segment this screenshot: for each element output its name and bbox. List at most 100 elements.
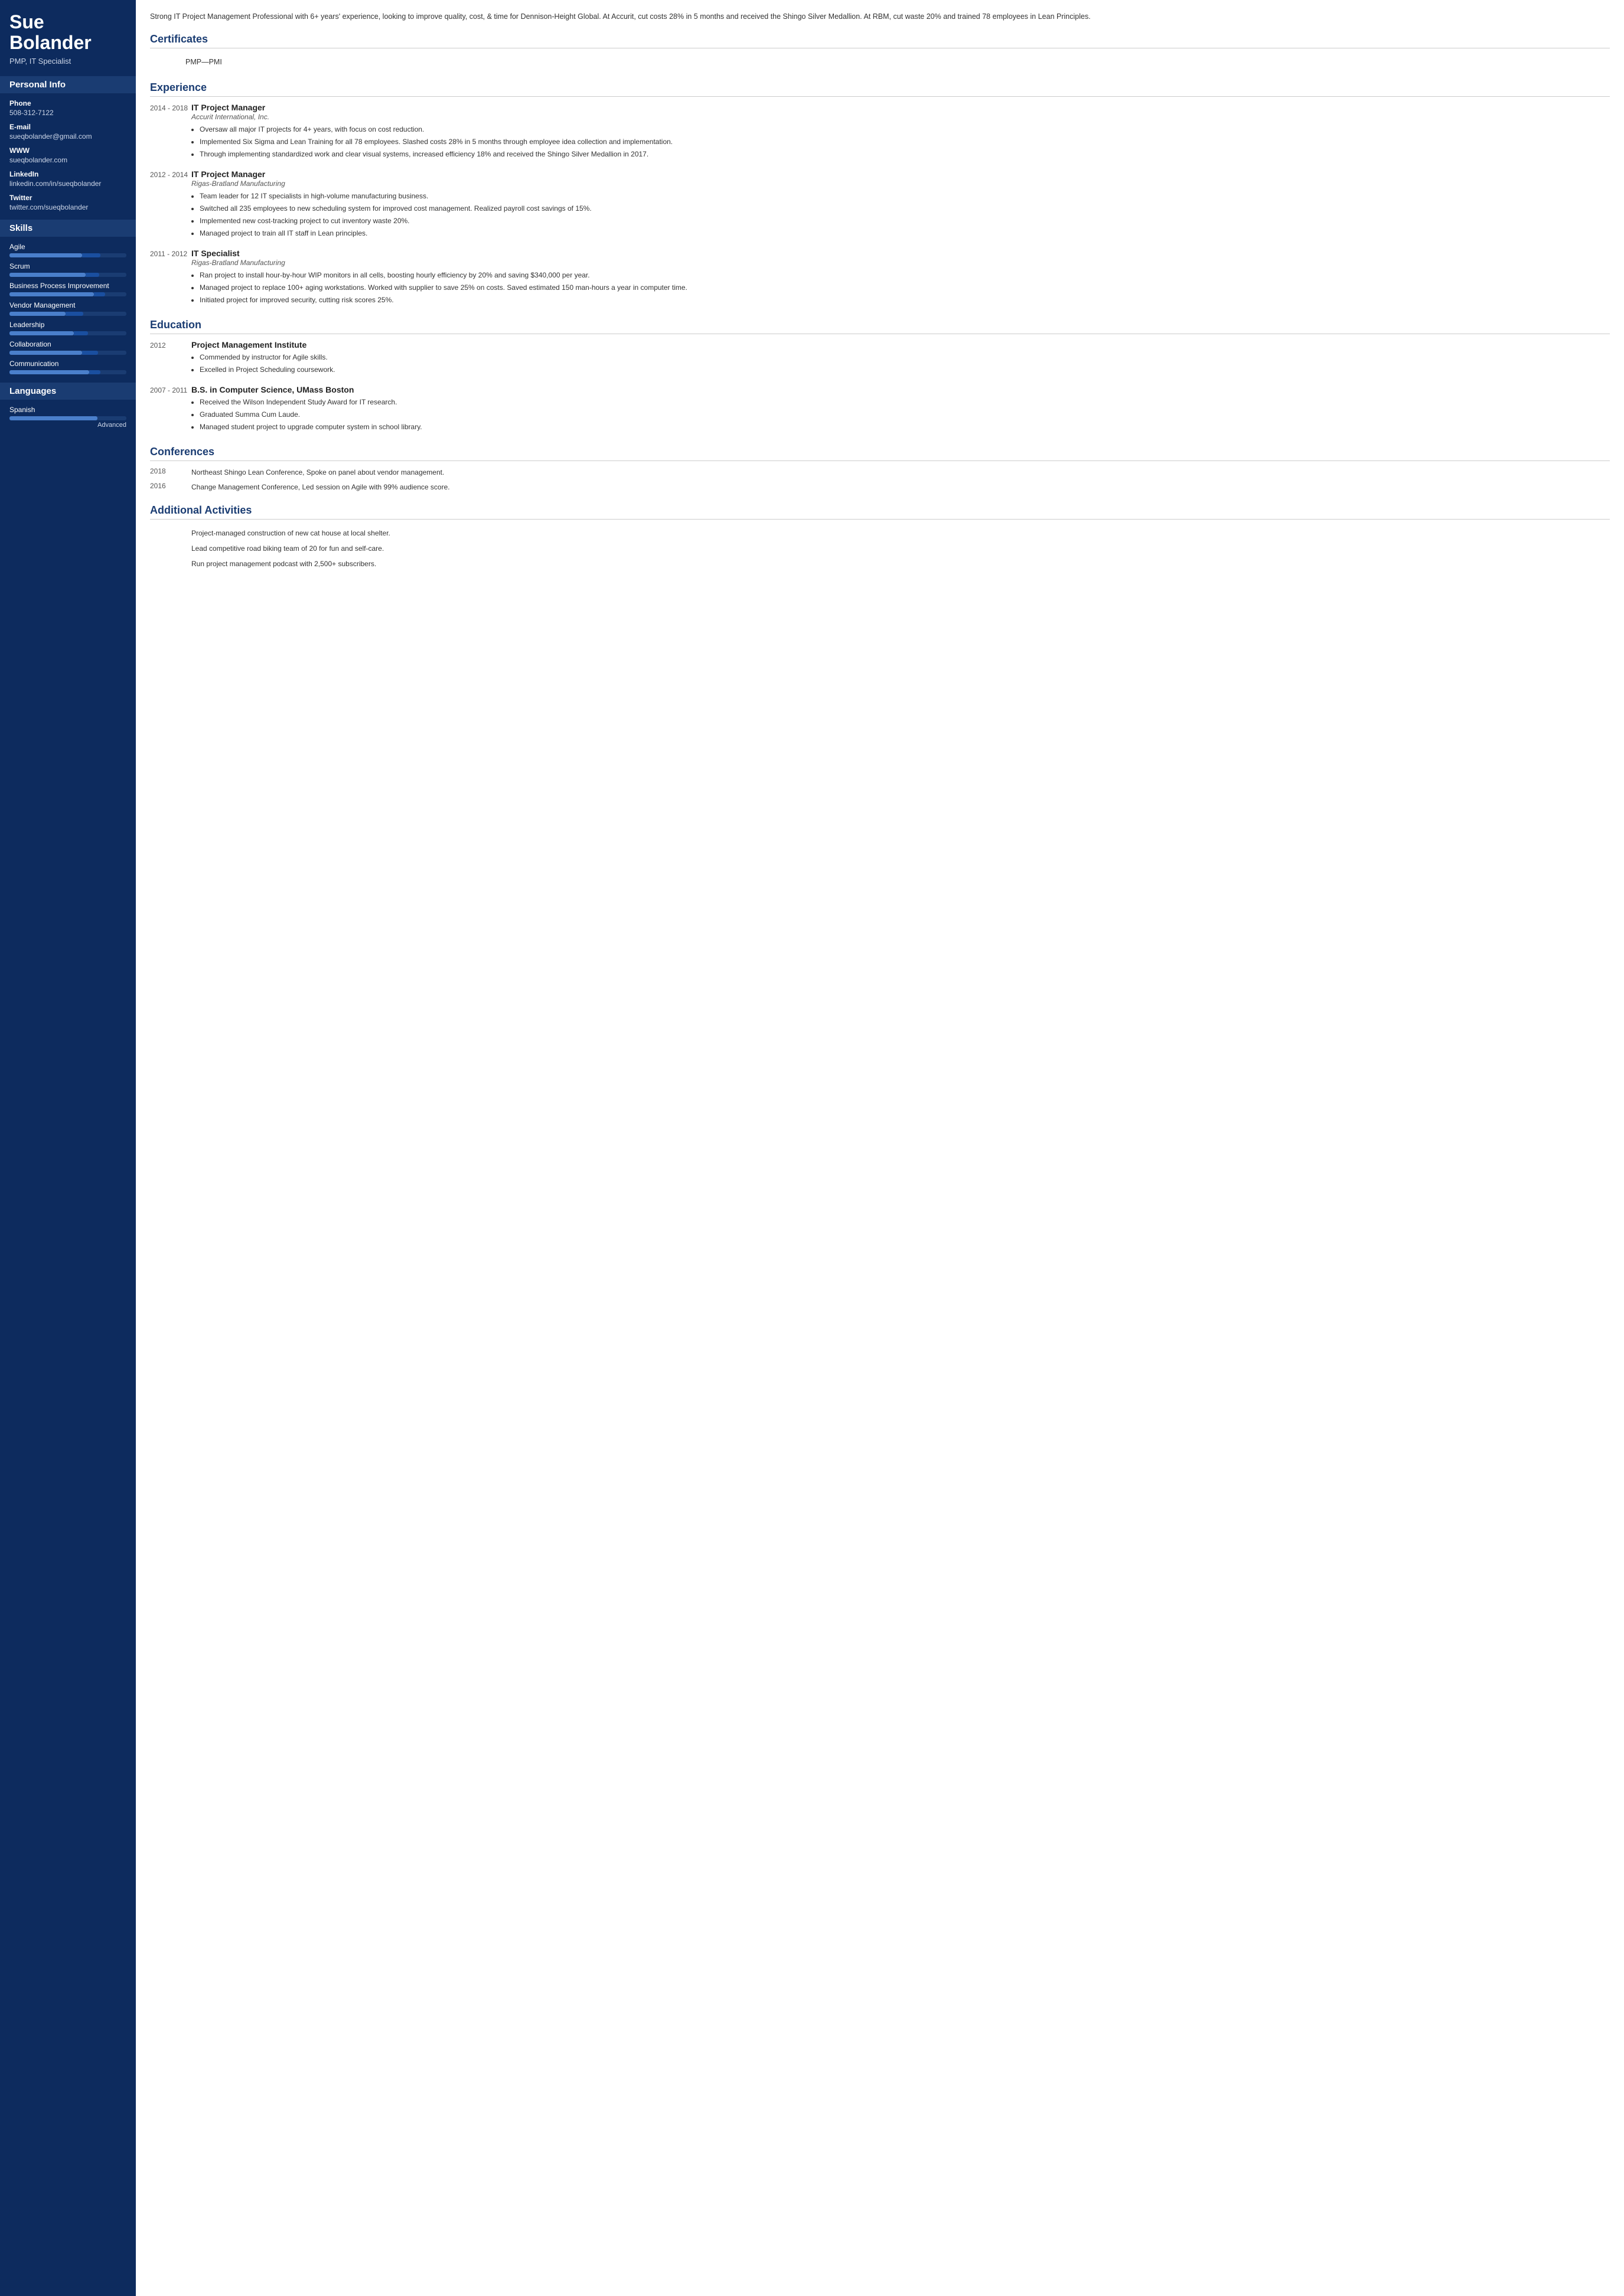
language-bar-fill	[9, 416, 97, 420]
summary-text: Strong IT Project Management Professiona…	[150, 11, 1610, 22]
skill-item: Vendor Management	[9, 301, 126, 316]
certificates-section: Certificates PMP—PMI	[150, 33, 1610, 70]
conference-text: Northeast Shingo Lean Conference, Spoke …	[191, 467, 1610, 478]
conference-year: 2016	[150, 482, 191, 492]
language-level: Advanced	[9, 422, 126, 429]
skill-item: Business Process Improvement	[9, 282, 126, 296]
linkedin-label: LinkedIn	[9, 170, 126, 178]
language-item: Spanish Advanced	[9, 406, 126, 429]
certificates-heading: Certificates	[150, 33, 1610, 48]
education-item: 2007 - 2011B.S. in Computer Science, UMa…	[150, 385, 1610, 434]
twitter-value: twitter.com/sueqbolander	[9, 203, 126, 211]
skill-bar-fill	[9, 370, 89, 374]
skill-bar-fill	[9, 292, 94, 296]
skill-bar-fill	[9, 351, 82, 355]
experience-company: Rigas-Bratland Manufacturing	[191, 259, 1610, 267]
experience-date: 2014 - 2018	[150, 103, 191, 161]
education-bullet: Received the Wilson Independent Study Aw…	[200, 397, 1610, 407]
skill-item: Agile	[9, 243, 126, 257]
skill-bar-fill	[9, 312, 66, 316]
skill-bar-fill	[9, 273, 86, 277]
email-label: E-mail	[9, 123, 126, 131]
experience-bullet: Team leader for 12 IT specialists in hig…	[200, 191, 1610, 201]
education-bullets: Commended by instructor for Agile skills…	[191, 352, 1610, 375]
skill-name: Business Process Improvement	[9, 282, 126, 290]
experience-content: IT Project ManagerAccurit International,…	[191, 103, 1610, 161]
twitter-label: Twitter	[9, 194, 126, 202]
education-bullets: Received the Wilson Independent Study Aw…	[191, 397, 1610, 432]
conference-item: 2016Change Management Conference, Led se…	[150, 482, 1610, 492]
conferences-list: 2018Northeast Shingo Lean Conference, Sp…	[150, 467, 1610, 492]
education-bullet: Managed student project to upgrade compu…	[200, 422, 1610, 432]
skill-bar-accent	[94, 292, 106, 296]
www-value: sueqbolander.com	[9, 156, 126, 164]
language-bar-bg	[9, 416, 126, 420]
education-degree: Project Management Institute	[191, 340, 1610, 350]
experience-bullets: Oversaw all major IT projects for 4+ yea…	[191, 124, 1610, 159]
conference-year: 2018	[150, 467, 191, 478]
experience-title: IT Project Manager	[191, 103, 1610, 112]
skill-item: Leadership	[9, 321, 126, 335]
activity-item: Run project management podcast with 2,50…	[150, 556, 1610, 571]
education-content: B.S. in Computer Science, UMass Boston Re…	[191, 385, 1610, 434]
skill-bar-bg	[9, 331, 126, 335]
skill-bar-fill	[9, 253, 82, 257]
personal-info-heading: Personal Info	[0, 76, 136, 93]
experience-item: 2011 - 2012IT SpecialistRigas-Bratland M…	[150, 249, 1610, 307]
activities-section: Additional Activities Project-managed co…	[150, 504, 1610, 571]
certificates-list: PMP—PMI	[150, 54, 1610, 70]
candidate-title: PMP, IT Specialist	[9, 57, 126, 66]
experience-bullet: Managed project to train all IT staff in…	[200, 228, 1610, 239]
experience-item: 2012 - 2014IT Project ManagerRigas-Bratl…	[150, 169, 1610, 240]
experience-section: Experience 2014 - 2018IT Project Manager…	[150, 81, 1610, 307]
skill-bar-accent	[82, 253, 101, 257]
experience-bullet: Managed project to replace 100+ aging wo…	[200, 282, 1610, 293]
certificate-item: PMP—PMI	[150, 54, 1610, 70]
conference-item: 2018Northeast Shingo Lean Conference, Sp…	[150, 467, 1610, 478]
linkedin-value: linkedin.com/in/sueqbolander	[9, 179, 126, 188]
skill-name: Communication	[9, 360, 126, 368]
experience-bullets: Ran project to install hour-by-hour WIP …	[191, 270, 1610, 305]
skill-name: Leadership	[9, 321, 126, 329]
conferences-section: Conferences 2018Northeast Shingo Lean Co…	[150, 446, 1610, 492]
skill-bar-accent	[86, 273, 100, 277]
experience-company: Rigas-Bratland Manufacturing	[191, 179, 1610, 188]
experience-title: IT Project Manager	[191, 169, 1610, 179]
education-degree: B.S. in Computer Science, UMass Boston	[191, 385, 1610, 394]
education-heading: Education	[150, 319, 1610, 334]
experience-date: 2011 - 2012	[150, 249, 191, 307]
skill-item: Collaboration	[9, 340, 126, 355]
experience-bullet: Initiated project for improved security,…	[200, 295, 1610, 305]
education-content: Project Management Institute Commended by…	[191, 340, 1610, 377]
skill-name: Vendor Management	[9, 301, 126, 309]
skill-bar-accent	[66, 312, 83, 316]
skill-bar-bg	[9, 273, 126, 277]
education-section: Education 2012Project Management Institu…	[150, 319, 1610, 434]
experience-bullet: Through implementing standardized work a…	[200, 149, 1610, 159]
skill-item: Communication	[9, 360, 126, 374]
education-date: 2012	[150, 340, 191, 377]
education-bullet: Graduated Summa Cum Laude.	[200, 409, 1610, 420]
experience-bullet: Oversaw all major IT projects for 4+ yea…	[200, 124, 1610, 135]
skills-heading: Skills	[0, 220, 136, 237]
phone-label: Phone	[9, 99, 126, 107]
conference-text: Change Management Conference, Led sessio…	[191, 482, 1610, 492]
activities-list: Project-managed construction of new cat …	[150, 525, 1610, 571]
experience-heading: Experience	[150, 81, 1610, 97]
skills-list: Agile Scrum Business Process Improvement Ve…	[9, 243, 126, 374]
languages-list: Spanish Advanced	[9, 406, 126, 429]
skill-name: Collaboration	[9, 340, 126, 348]
skill-item: Scrum	[9, 262, 126, 277]
skill-bar-bg	[9, 351, 126, 355]
education-bullet: Commended by instructor for Agile skills…	[200, 352, 1610, 362]
main-content: Strong IT Project Management Professiona…	[136, 0, 1624, 2296]
education-item: 2012Project Management Institute Commende…	[150, 340, 1610, 377]
experience-bullet: Implemented new cost-tracking project to…	[200, 215, 1610, 226]
email-value: sueqbolander@gmail.com	[9, 132, 126, 141]
conferences-heading: Conferences	[150, 446, 1610, 461]
experience-bullet: Ran project to install hour-by-hour WIP …	[200, 270, 1610, 280]
languages-heading: Languages	[0, 383, 136, 400]
education-list: 2012Project Management Institute Commende…	[150, 340, 1610, 434]
language-name: Spanish	[9, 406, 126, 414]
phone-value: 508-312-7122	[9, 109, 126, 117]
